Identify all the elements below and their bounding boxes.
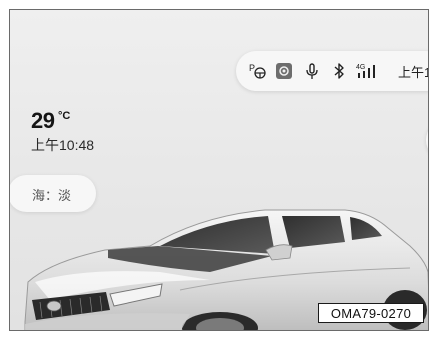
- svg-text:4G: 4G: [356, 64, 365, 71]
- signal-icon: 4G: [355, 51, 381, 91]
- bluetooth-icon[interactable]: [329, 51, 349, 91]
- temperature-unit: °C: [58, 110, 71, 122]
- status-bar: P 4G 上午1: [236, 51, 429, 91]
- clock-time: 上午10:48: [31, 137, 95, 153]
- screen-frame: P 4G 上午1 29 °C 上午10:48 海：淡: [9, 9, 429, 331]
- camera-icon[interactable]: [273, 51, 295, 91]
- park-assist-icon[interactable]: P: [247, 51, 269, 91]
- microphone-icon[interactable]: [301, 51, 323, 91]
- air-quality-label: 海：淡: [32, 188, 72, 203]
- temperature-value: 29: [31, 108, 55, 133]
- status-time: 上午1: [398, 64, 429, 80]
- figure-code-label: OMA79-0270: [318, 303, 424, 323]
- home-screen: P 4G 上午1 29 °C 上午10:48 海：淡: [10, 10, 428, 330]
- svg-text:P: P: [249, 63, 255, 73]
